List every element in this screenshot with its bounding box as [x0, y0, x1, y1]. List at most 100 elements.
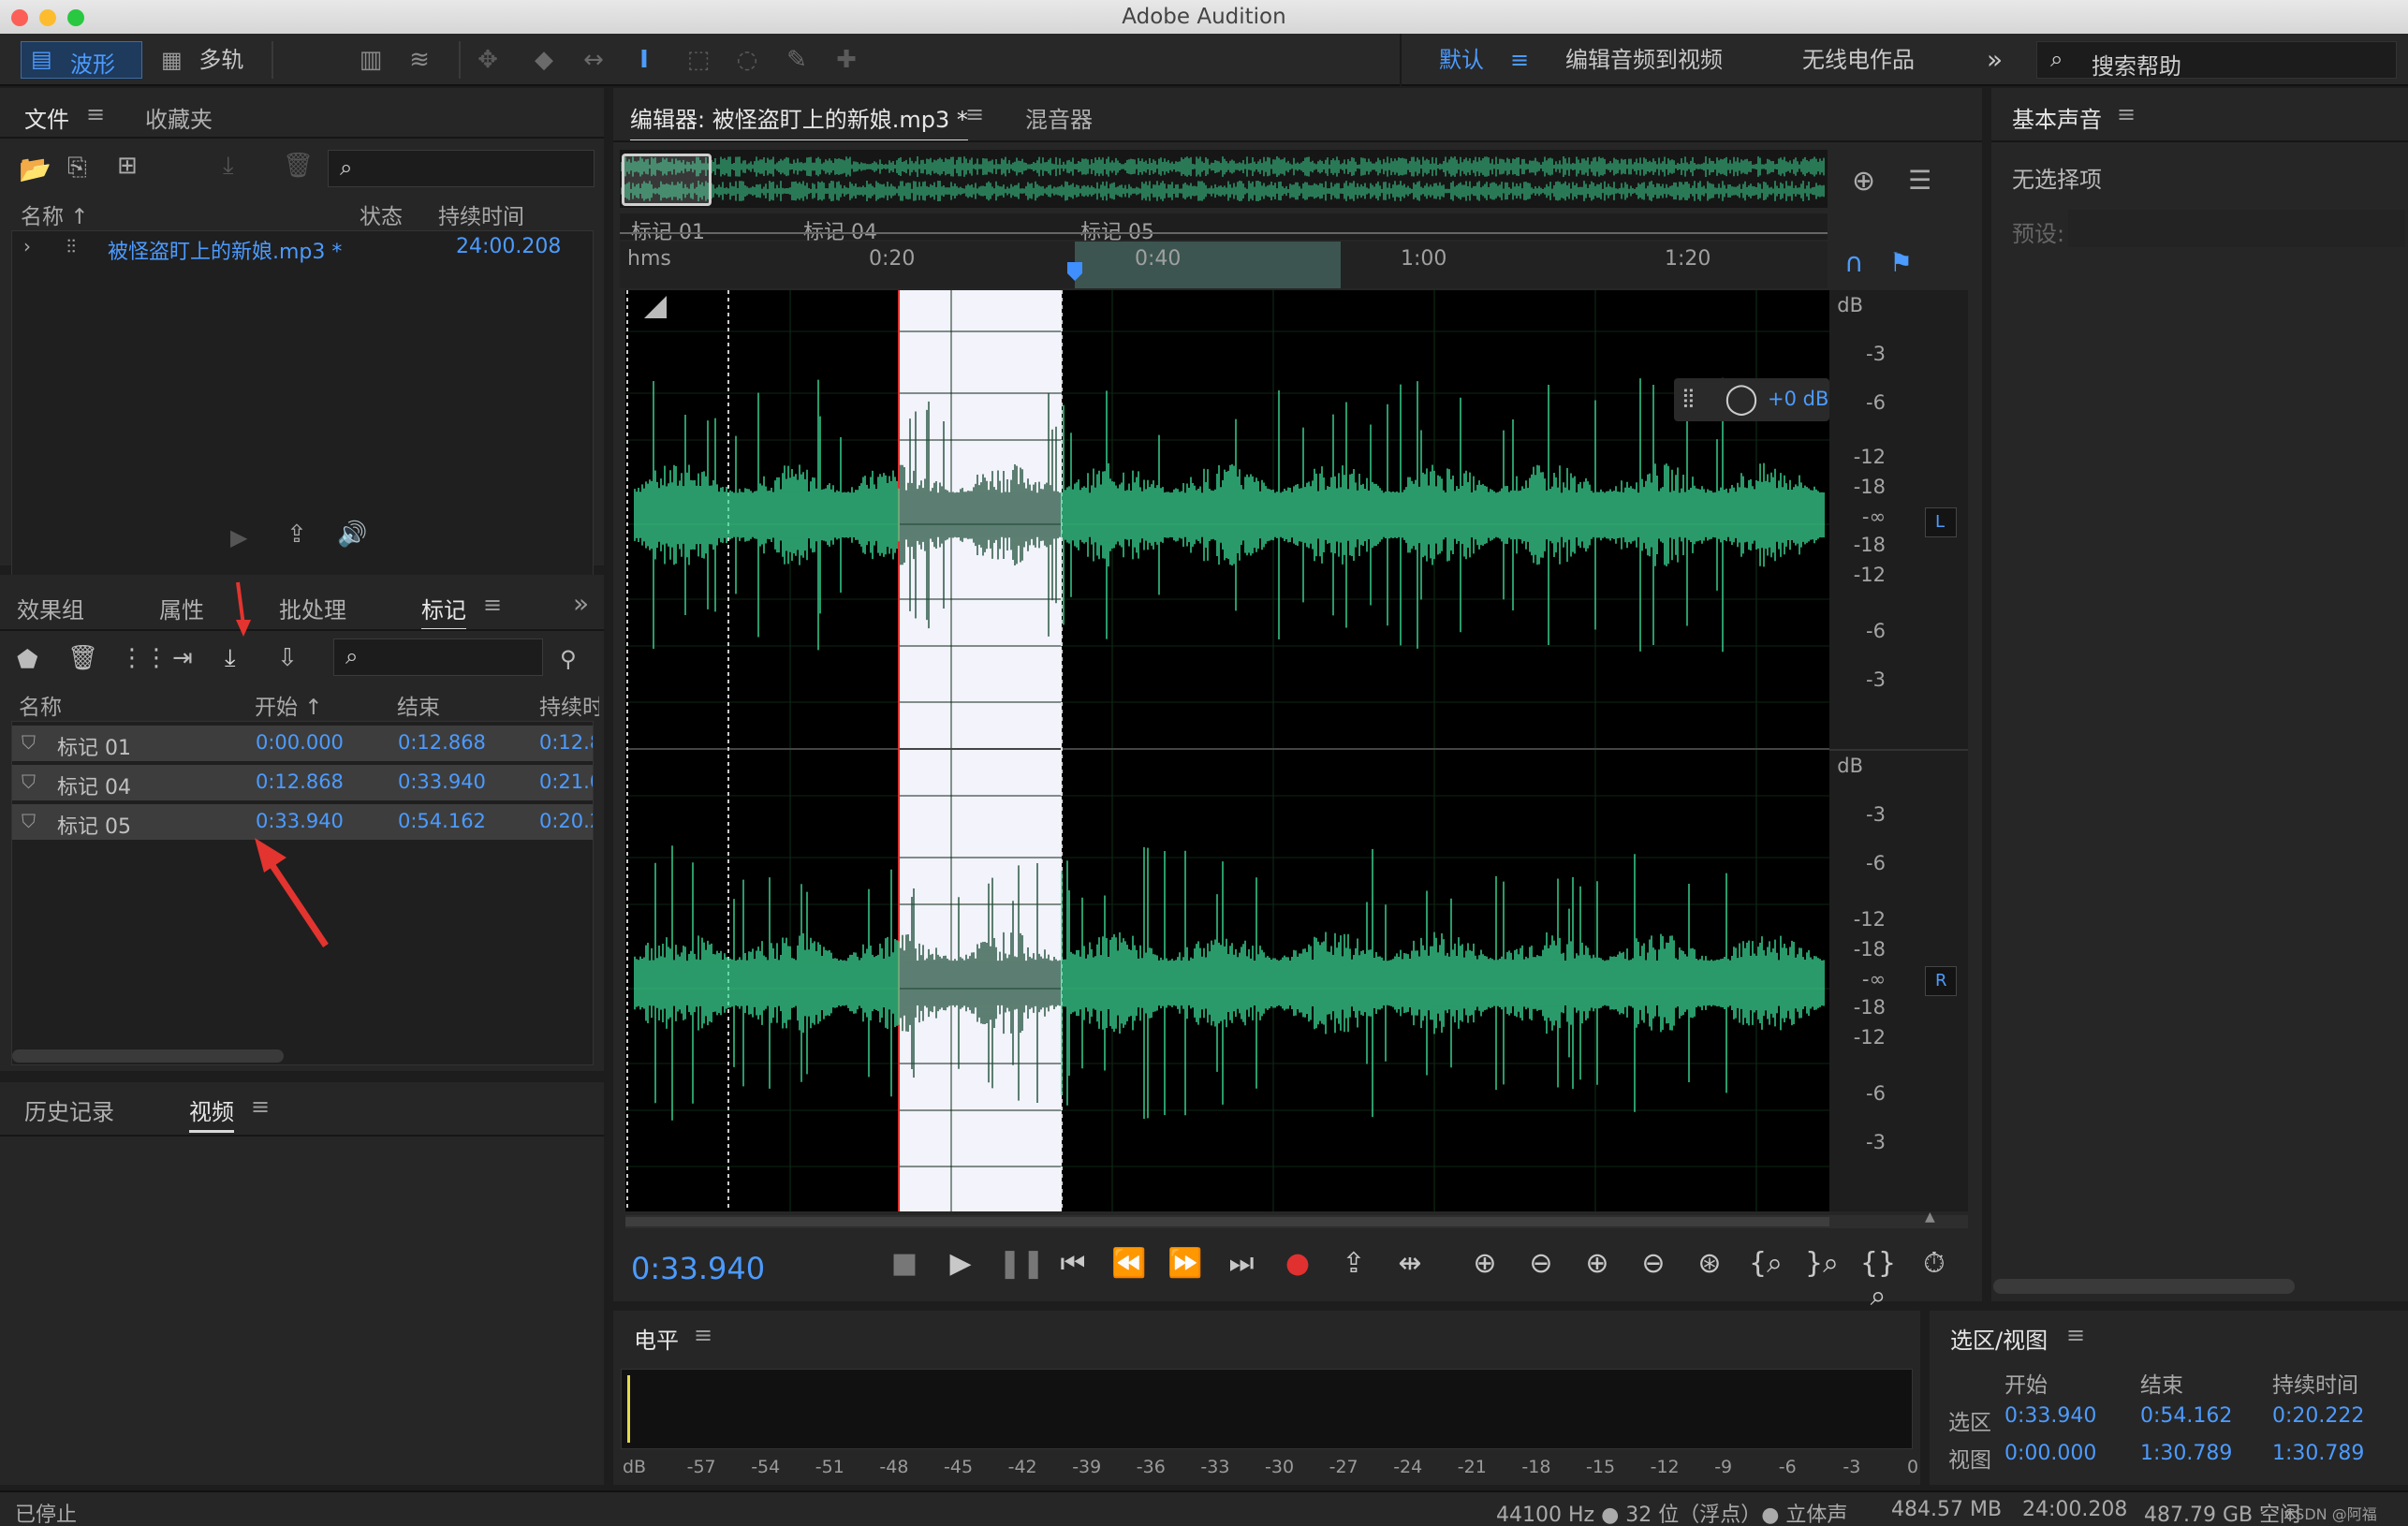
- loop-playback-icon[interactable]: ⇪: [1335, 1247, 1373, 1280]
- db-tick: -18: [1853, 534, 1886, 556]
- db-tick: -12: [1853, 564, 1886, 586]
- gain-knob-icon[interactable]: ◯: [1725, 382, 1758, 414]
- db-tick: -∞: [1861, 506, 1886, 528]
- zoom-in-amplitude-icon[interactable]: ⊕: [1466, 1247, 1504, 1280]
- level-tick: -33: [1200, 1457, 1230, 1477]
- level-tick: -15: [1586, 1457, 1616, 1477]
- skip-selection-icon[interactable]: ⇹: [1391, 1247, 1429, 1280]
- total-duration: 24:00.208: [2022, 1498, 2128, 1521]
- scrollbar-thumb[interactable]: [625, 1217, 1829, 1226]
- gain-hud[interactable]: ⣿ ◯ +0 dB: [1674, 378, 1829, 421]
- level-tick: -30: [1265, 1457, 1295, 1477]
- panel-menu-icon[interactable]: ≡: [2066, 1322, 2085, 1348]
- left-channel-button[interactable]: L: [1925, 507, 1957, 537]
- list-icon[interactable]: ☰: [1908, 165, 1931, 196]
- overview-view-range[interactable]: [622, 154, 712, 206]
- db-tick: -12: [1853, 446, 1886, 468]
- db-tick: -18: [1853, 996, 1886, 1019]
- zoom-out-amplitude-icon[interactable]: ⊖: [1522, 1247, 1560, 1280]
- stop-icon[interactable]: ■: [886, 1247, 923, 1280]
- overview-channel-1: [621, 181, 1825, 201]
- db-tick: -6: [1866, 620, 1886, 642]
- waveform-display[interactable]: ⣿ ◯ +0 dB: [625, 290, 1829, 1211]
- level-tick: -36: [1136, 1457, 1166, 1477]
- essential-sound-panel: 基本声音 ≡ 无选择项 预设:: [1991, 88, 2408, 1301]
- selection-duration-field[interactable]: 0:20.222: [2272, 1404, 2364, 1428]
- panel-menu-icon[interactable]: ≡: [251, 1093, 270, 1120]
- selview-col-start: 开始: [2004, 1373, 2048, 1398]
- zoom-out-full-icon[interactable]: ⊛: [1691, 1247, 1728, 1280]
- preset-label: 预设:: [2012, 221, 2065, 247]
- tab-history[interactable]: 历史记录: [24, 1093, 114, 1126]
- red-arrow-bottom: [255, 838, 329, 947]
- level-tick: -45: [944, 1457, 974, 1477]
- preset-dropdown[interactable]: [2068, 210, 2405, 247]
- zoom-to-selection-icon[interactable]: {}⌕: [1859, 1247, 1897, 1313]
- selection-range-indicator[interactable]: [1075, 242, 1341, 288]
- divider: [1991, 140, 2408, 142]
- transport-state: 已停止: [15, 1504, 78, 1526]
- rewind-icon[interactable]: ⏪: [1110, 1247, 1148, 1280]
- zoom-navigator-icon[interactable]: ⊕: [1852, 165, 1875, 198]
- scroll-up-icon[interactable]: ▲: [1925, 1210, 1935, 1225]
- level-tick: -3: [1843, 1457, 1861, 1477]
- overview-channel-0: [621, 156, 1825, 177]
- selection-start-field[interactable]: 0:33.940: [2004, 1404, 2096, 1428]
- selection-end-field[interactable]: 0:54.162: [2140, 1404, 2232, 1428]
- play-icon[interactable]: ▶: [942, 1247, 979, 1280]
- ruler-tick-0-20: 0:20: [869, 247, 916, 271]
- level-tick: -39: [1072, 1457, 1102, 1477]
- pin-marker-icon[interactable]: ⚑: [1889, 247, 1913, 278]
- tab-video[interactable]: 视频: [189, 1093, 234, 1133]
- status-bar: 已停止 44100 Hz ● 32 位（浮点）● 立体声 484.57 MB 2…: [0, 1490, 2408, 1526]
- waveform-scrollbar[interactable]: ▲: [625, 1210, 1968, 1228]
- snap-magnet-icon[interactable]: ∩: [1844, 247, 1864, 278]
- level-tick: -51: [815, 1457, 844, 1477]
- overview-waveform[interactable]: [620, 150, 1828, 208]
- panel-menu-icon[interactable]: ≡: [965, 101, 984, 127]
- level-tick: -18: [1521, 1457, 1551, 1477]
- record-icon[interactable]: ●: [1279, 1247, 1316, 1280]
- time-format-label: hms: [627, 247, 671, 271]
- level-tick: -42: [1007, 1457, 1037, 1477]
- view-duration-field[interactable]: 1:30.789: [2272, 1442, 2364, 1465]
- go-to-end-icon[interactable]: ⏭: [1223, 1247, 1260, 1280]
- zoom-in-time-icon[interactable]: ⊕: [1578, 1247, 1616, 1280]
- levels-panel: 电平 ≡ dB -57 -54 -51 -48 -45 -42 -39 -36 -33 -30 -27…: [613, 1311, 1920, 1485]
- file-size: 484.57 MB: [1891, 1498, 2003, 1521]
- go-to-start-icon[interactable]: ⏮: [1054, 1247, 1092, 1280]
- fast-forward-icon[interactable]: ⏩: [1167, 1247, 1204, 1280]
- level-tick: -48: [879, 1457, 909, 1477]
- volume-bars-icon: ⣿: [1681, 386, 1696, 408]
- zoom-in-at-end-icon[interactable]: }⌕: [1803, 1247, 1841, 1280]
- audio-format: 44100 Hz ● 32 位（浮点）● 立体声: [1496, 1504, 1848, 1526]
- level-tick: -57: [686, 1457, 716, 1477]
- panel-menu-icon[interactable]: ≡: [2117, 101, 2136, 127]
- time-ruler[interactable]: hms 0:20 0:40 1:00 1:20: [620, 242, 1828, 288]
- level-meter: [621, 1369, 1913, 1449]
- db-tick: -18: [1853, 938, 1886, 961]
- pause-icon[interactable]: ❚❚: [998, 1247, 1045, 1280]
- selection-view-title[interactable]: 选区/视图: [1950, 1322, 2048, 1355]
- panel-menu-icon[interactable]: ≡: [694, 1322, 712, 1348]
- divider: [613, 140, 1982, 142]
- selview-col-end: 结束: [2140, 1373, 2183, 1398]
- db-tick: -18: [1853, 476, 1886, 498]
- zoom-reset-icon[interactable]: ⏱: [1916, 1247, 1953, 1280]
- levels-title[interactable]: 电平: [634, 1322, 679, 1355]
- view-start-field[interactable]: 0:00.000: [2004, 1442, 2096, 1465]
- zoom-in-at-start-icon[interactable]: {⌕: [1747, 1247, 1784, 1280]
- tab-editor[interactable]: 编辑器: 被怪盗盯上的新娘.mp3 *: [630, 101, 968, 142]
- right-channel-button[interactable]: R: [1925, 966, 1957, 996]
- level-tick: dB: [623, 1457, 647, 1477]
- db-scale: dB -3 -6 -12 -18 -∞ -18 -12 -6 -3 L dB -…: [1829, 290, 1968, 1211]
- view-end-field[interactable]: 1:30.789: [2140, 1442, 2232, 1465]
- essential-sound-title[interactable]: 基本声音: [2012, 101, 2102, 134]
- left-channel-label: L: [1935, 512, 1945, 532]
- tab-mixer[interactable]: 混音器: [1025, 101, 1093, 134]
- zoom-out-time-icon[interactable]: ⊖: [1635, 1247, 1672, 1280]
- level-tick: -21: [1457, 1457, 1487, 1477]
- ruler-tick-0-40: 0:40: [1135, 247, 1182, 271]
- current-time-display[interactable]: 0:33.940: [631, 1251, 765, 1286]
- horizontal-scrollbar[interactable]: [1993, 1279, 2295, 1294]
